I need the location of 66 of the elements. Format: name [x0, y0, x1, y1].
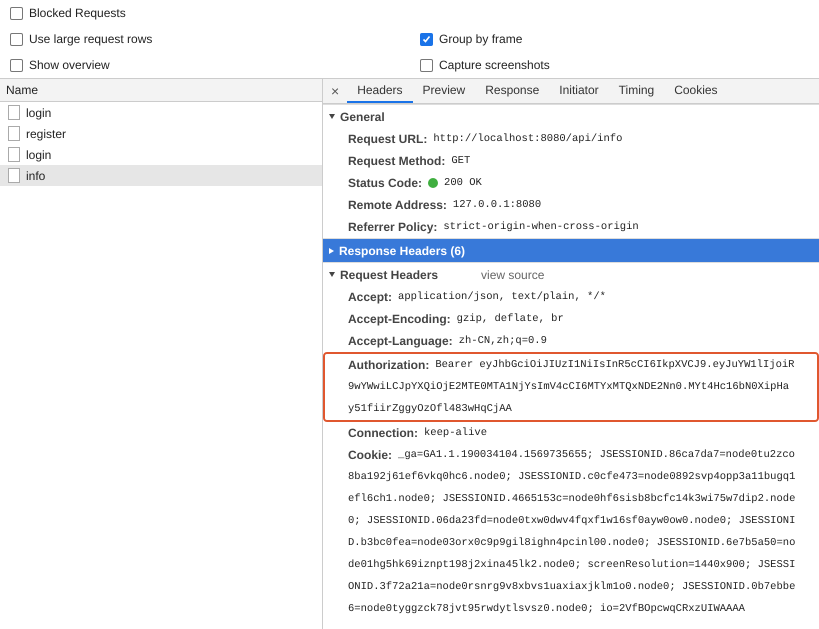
option-label: Group by frame	[439, 32, 522, 46]
checkbox-option[interactable]: Capture screenshots	[410, 52, 819, 78]
request-row[interactable]: info	[0, 165, 322, 186]
header-value: 0; JSESSIONID.06da23fd=node0txw0dwv4fqxf1w16sf0ayw0ow0.node0; JSESSIONI	[348, 514, 796, 529]
header-value: 6=node0tyggzck78jvt95rwdytlsvsz0.node0; io=2VfBOpcwqCRxzUIWAAAA	[348, 602, 745, 617]
checkbox[interactable]	[10, 6, 23, 20]
tab[interactable]: Timing	[608, 79, 664, 103]
header-value: D.b3bc0fea=node03orx0c9p9gil8ighn4pcinl00.node0; JSESSIONID.6e7b5a50=no	[348, 536, 796, 551]
header-value: 8ba192j61ef6vkq0hc6.node0; JSESSIONID.c0cfe473=node0892svp4opp3a11bugq1	[348, 470, 796, 485]
file-icon	[8, 126, 20, 141]
checkbox[interactable]	[420, 32, 433, 46]
section-title: General	[340, 110, 385, 124]
header-name: Connection:	[348, 425, 418, 442]
header-name: Request Method:	[348, 153, 446, 170]
file-icon	[8, 168, 20, 183]
header-name: Authorization:	[348, 357, 430, 374]
checkbox[interactable]	[10, 58, 23, 72]
header-value: efl6ch1.node0; JSESSIONID.4665153c=node0hf6sisb8bcfc14k3wi75w7dip2.node	[348, 492, 796, 507]
checkbox-option[interactable]: Use large request rows	[0, 26, 410, 52]
option-label: Capture screenshots	[439, 58, 550, 72]
header-value: GET	[451, 154, 470, 169]
section-header[interactable]: Response Headers (6)	[323, 238, 819, 262]
header-value: keep-alive	[424, 426, 488, 441]
column-header[interactable]: Name	[0, 79, 322, 102]
checkbox-option[interactable]: Group by frame	[410, 26, 819, 52]
disclosure-triangle-icon	[329, 114, 335, 119]
header-value: 200 OK	[444, 176, 482, 191]
header-value: ONID.3f72a21a=node0rsnrg9v8xbvs1uaxiaxjklm1o0.node0; JSESSIONID.0b7ebbe	[348, 580, 796, 595]
section-title: Request Headers	[340, 268, 438, 282]
header-value: 127.0.0.1:8080	[452, 198, 542, 213]
header-value: _ga=GA1.1.190034104.1569735655; JSESSIONID.86ca7da7=node0tu2zco	[398, 448, 795, 463]
checkbox-option[interactable]: Show overview	[0, 52, 410, 78]
header-name: Accept-Encoding:	[348, 311, 451, 328]
disclosure-triangle-icon	[329, 272, 335, 277]
header-name: Status Code:	[348, 175, 422, 192]
option-label: Blocked Requests	[29, 6, 126, 20]
header-value: application/json, text/plain, */*	[398, 290, 606, 305]
header-value: de01hg5hk69iznpt198j2xina45lk2.node0; screenResolution=1440x900; JSESSI	[348, 558, 796, 573]
header-name: Cookie:	[348, 447, 392, 464]
header-name: Accept:	[348, 289, 392, 306]
file-icon	[8, 147, 20, 162]
option-label: Show overview	[29, 58, 110, 72]
section-title: Response Headers (6)	[339, 244, 466, 258]
header-name: Accept-Language:	[348, 333, 453, 350]
header-value: zh-CN,zh;q=0.9	[458, 334, 547, 349]
view-source-link[interactable]: view source	[481, 268, 544, 282]
header-value: 9wYWwiLCJpYXQiOjE2MTE0MTA1NjYsImV4cCI6MTYxMTQxNDE2Nn0.MYt4Hc16bN0XipHa	[348, 380, 790, 395]
header-value: http://localhost:8080/api/info	[433, 132, 622, 147]
tab[interactable]: Preview	[412, 79, 476, 103]
file-icon	[8, 105, 20, 120]
option-label: Use large request rows	[29, 32, 152, 46]
header-name: Referrer Policy:	[348, 219, 438, 236]
checkbox-option[interactable]: Blocked Requests	[0, 0, 410, 26]
header-name: Request URL:	[348, 131, 428, 148]
checkbox[interactable]	[10, 32, 23, 46]
header-value: strict-origin-when-cross-origin	[443, 220, 639, 235]
header-value: gzip, deflate, br	[456, 312, 564, 327]
disclosure-triangle-icon	[329, 248, 334, 254]
checkbox[interactable]	[420, 58, 433, 72]
header-value: y51fiirZggyOzOfl483wHqCjAA	[348, 402, 512, 417]
close-button[interactable]: ×	[329, 79, 348, 103]
tab[interactable]: Cookies	[664, 79, 728, 103]
header-name: Remote Address:	[348, 197, 447, 214]
header-value: Bearer eyJhbGciOiJIUzI1NiIsInR5cCI6IkpXVCJ9.eyJuYW1lIjoiR	[435, 358, 794, 373]
tab[interactable]: Initiator	[549, 79, 609, 103]
tab[interactable]: Response	[475, 79, 550, 103]
